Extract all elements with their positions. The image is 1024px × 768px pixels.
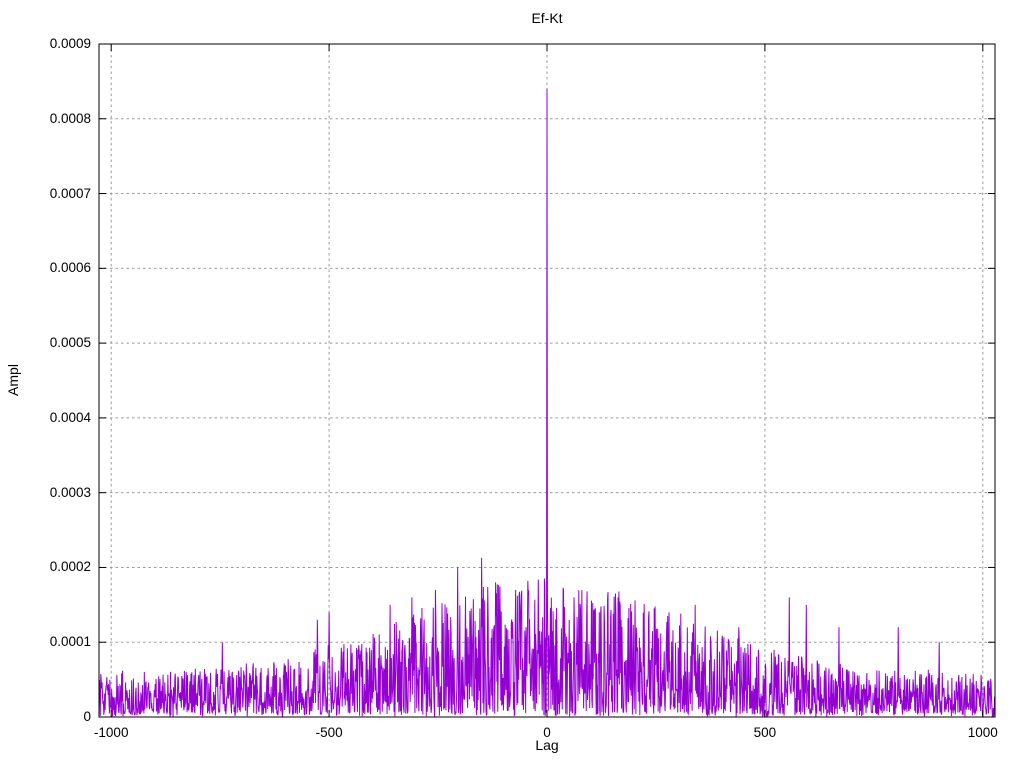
y-tick-label: 0.0003 [49, 484, 91, 500]
gnuplot-chart-window: Ef-Kt Ampl Lag -1000 -500 0 500 1000 0 0.0001 0… [0, 0, 1024, 768]
y-tick-label: 0 [83, 709, 91, 724]
x-tick-label: -500 [315, 725, 343, 740]
x-tick-label: 0 [543, 725, 551, 740]
y-tick-label: 0.0001 [49, 634, 91, 650]
x-tick-label: -1000 [93, 725, 129, 740]
data-series-line [98, 88, 996, 718]
y-tick-label: 0.0005 [49, 335, 91, 351]
y-tick-label: 0.0004 [49, 409, 91, 425]
y-tick-label: 0.0002 [49, 559, 91, 575]
y-tick-label: 0.0006 [49, 260, 91, 276]
y-tick-label: 0.0007 [49, 185, 91, 201]
plot-canvas [98, 43, 996, 718]
chart-title: Ef-Kt [531, 10, 563, 26]
y-axis-label: Ampl [5, 364, 21, 396]
y-tick-label: 0.0009 [49, 36, 91, 51]
y-tick-label: 0.0008 [49, 110, 91, 126]
x-tick-label: 1000 [967, 725, 998, 740]
x-tick-label: 500 [753, 725, 777, 740]
